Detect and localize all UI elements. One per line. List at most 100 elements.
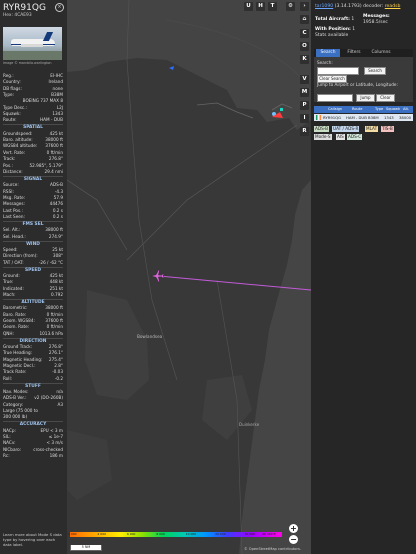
map-canvas[interactable] xyxy=(67,0,311,554)
field-value: none xyxy=(52,85,63,91)
toggle-p-button[interactable]: P xyxy=(300,101,309,110)
detail-row: DB flags: none xyxy=(3,86,63,92)
col-callsign[interactable]: Callsign xyxy=(328,106,342,113)
toggle-c-button[interactable]: C xyxy=(300,29,309,38)
toggle-i-button[interactable]: I xyxy=(300,114,309,123)
detail-row: Last Pos.: 0.2 s xyxy=(3,208,63,214)
colorbar-tick-label: 10 000 xyxy=(185,532,197,536)
field-value: 2.8° xyxy=(54,362,63,368)
map-view[interactable]: Bowlandsea Duinkerke xyxy=(67,0,311,554)
search-panel: Search: Search Clear Search Jump to Airp… xyxy=(314,57,413,102)
toggle-v-button[interactable]: V xyxy=(300,75,309,84)
badge-tisb[interactable]: TIS-B xyxy=(381,126,394,132)
badge-mlat[interactable]: MLAT xyxy=(365,126,379,132)
decoder-link[interactable]: readsb xyxy=(385,4,401,9)
site-marker-2[interactable] xyxy=(280,108,283,111)
toggle-h-button[interactable]: H xyxy=(256,2,265,11)
field-label: Type: xyxy=(3,92,15,98)
toggle-u-button[interactable]: U xyxy=(244,2,253,11)
total-aircraft-value: 1 xyxy=(351,17,355,22)
badge-adsb[interactable]: ADS-B xyxy=(314,126,329,132)
toggle-r-button[interactable]: R xyxy=(300,127,309,136)
detail-row: True Heading: 276.1° xyxy=(3,350,63,356)
toggle-k-button[interactable]: K xyxy=(300,55,309,64)
colorbar-tick-label: 6 000 xyxy=(126,532,136,536)
field-value: 0 ft/min xyxy=(46,324,63,330)
cell-type: B38M xyxy=(368,115,379,120)
field-value: v2 (DO-260B) xyxy=(34,395,63,401)
field-value: 0.792 xyxy=(51,291,63,297)
badge-ais[interactable]: AIS xyxy=(336,134,345,140)
detail-row: Sel. Head.: 274.9° xyxy=(3,234,63,240)
field-value: BOEING 737 MAX 8 xyxy=(22,98,63,104)
col-route[interactable]: Route xyxy=(352,106,362,113)
photo-credit[interactable]: Image © marcbila.warlington xyxy=(3,61,52,65)
field-value: n/a xyxy=(56,388,63,394)
search-label: Search: xyxy=(317,60,333,65)
field-label: RSSI: xyxy=(3,188,14,194)
field-label: Baro. Rate: xyxy=(3,311,27,317)
field-value: 0 ft/min xyxy=(46,149,63,155)
detail-row: Pos.: 52.985°, 5.179° xyxy=(3,163,63,169)
toggle-t-button[interactable]: T xyxy=(268,2,277,11)
toggle-o-button[interactable]: O xyxy=(300,42,309,51)
field-label: TAT / OAT: xyxy=(3,259,24,265)
detail-row: RSSI: -4.3 xyxy=(3,189,63,195)
tab-columns[interactable]: Columns xyxy=(368,49,394,57)
detail-row: True: 448 kt xyxy=(3,279,63,285)
badge-uat[interactable]: UAT / ADS-R xyxy=(332,126,360,132)
colorbar-tick-label: 2 000 xyxy=(68,532,77,536)
region-label: Bowlandsea xyxy=(137,334,163,339)
badge-adsc[interactable]: ADS-C xyxy=(347,134,363,140)
field-value: 275.4° xyxy=(48,356,63,362)
home-icon[interactable]: ⌂ xyxy=(300,15,309,24)
col-type[interactable]: Type xyxy=(375,106,383,113)
field-label: Direction (from): xyxy=(3,253,38,259)
detail-row: TAT / OAT: -26 / -62 °C xyxy=(3,260,63,266)
table-row[interactable]: RYR91QG HAM - DUB B38M 1343 38000 xyxy=(314,114,413,121)
field-label: Last Seen: xyxy=(3,213,25,219)
toggle-m-button[interactable]: M xyxy=(300,88,309,97)
close-icon[interactable]: × xyxy=(55,3,64,12)
badge-modes[interactable]: Mode-S xyxy=(314,134,332,140)
col-alt[interactable]: Alt. xyxy=(403,106,409,113)
settings-icon[interactable]: ⚙ xyxy=(286,2,295,11)
tab-search[interactable]: Search xyxy=(316,49,340,57)
panel-collapse-button[interactable]: › xyxy=(300,2,309,11)
place-label: Duinkerke xyxy=(239,422,260,427)
aircraft-photo[interactable] xyxy=(3,27,62,60)
col-squawk[interactable]: Squawk xyxy=(386,106,400,113)
zoom-in-button[interactable]: + xyxy=(289,524,298,533)
detail-row: Direction (from): 308° xyxy=(3,253,63,259)
jump-button[interactable]: Jump xyxy=(356,94,375,102)
field-value: 276.1° xyxy=(48,350,63,356)
field-value: 38000 ft xyxy=(45,227,63,233)
tab-filters[interactable]: Filters xyxy=(342,49,366,57)
cell-route: HAM - DUB xyxy=(346,115,367,120)
with-position-value: 1 xyxy=(352,27,356,32)
search-button[interactable]: Search xyxy=(364,67,386,75)
detail-row: Msg. Rate: 57.9 xyxy=(3,195,63,201)
clear-button[interactable]: Clear xyxy=(376,94,395,102)
detail-row: Track Rate: -0.03 xyxy=(3,369,63,375)
field-label: Magnetic Decl.: xyxy=(3,362,36,368)
field-value: 29.4 nmi xyxy=(44,168,63,174)
jump-input[interactable] xyxy=(317,94,353,102)
detail-row: NICbaro: cross-checked xyxy=(3,447,63,453)
field-value: -0.2 xyxy=(54,375,63,381)
stats-link[interactable]: Stats available xyxy=(315,33,348,39)
field-value: 448 kt xyxy=(49,279,63,285)
field-value: 0.2 s xyxy=(52,213,63,219)
detail-row: Roll: -0.2 xyxy=(3,376,63,382)
detail-row: Baro. Rate: 0 ft/min xyxy=(3,312,63,318)
detail-row: Barometric: 38000 ft xyxy=(3,305,63,311)
detail-row: Nav. Modes: n/a xyxy=(3,389,63,395)
field-label: Groundspeed: xyxy=(3,130,33,136)
zoom-out-button[interactable]: − xyxy=(289,535,298,544)
app-link[interactable]: tar1090 xyxy=(315,4,333,9)
detail-row: Mach: 0.792 xyxy=(3,292,63,298)
field-label: NICbaro: xyxy=(3,446,22,452)
map-attribution[interactable]: © OpenStreetMap contributors. xyxy=(244,547,301,551)
detail-row: SIL: ≤ 1e-7 xyxy=(3,434,63,440)
search-input[interactable] xyxy=(317,67,359,75)
